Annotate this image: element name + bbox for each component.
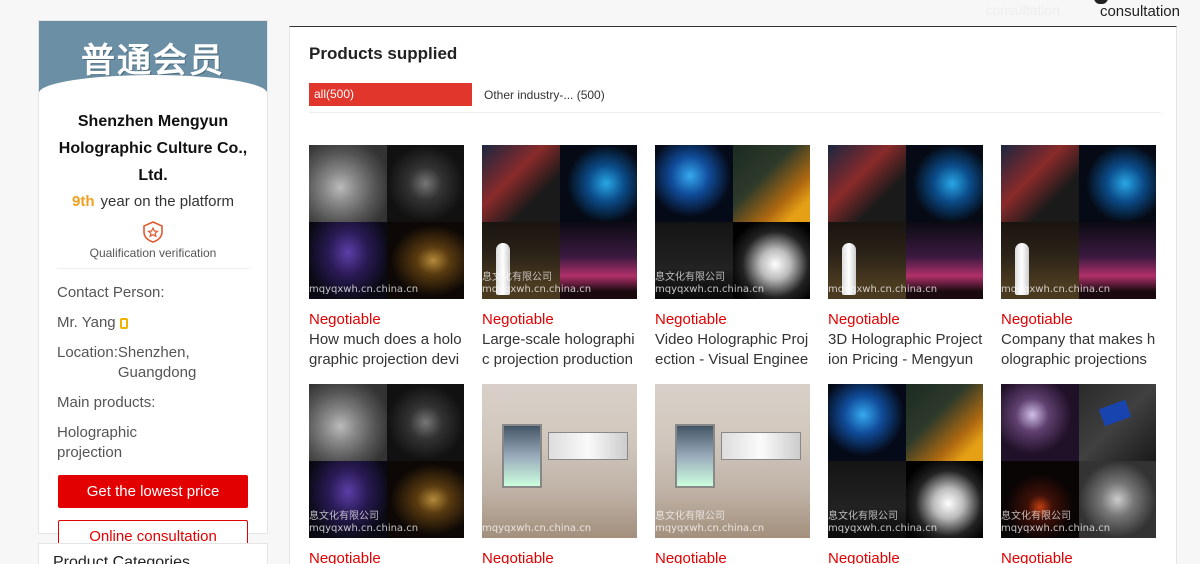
product-price: Negotiable [482, 311, 554, 328]
product-image[interactable]: 息文化有限公司 mqyqxwh.cn.china.cn [482, 145, 637, 299]
product-title[interactable]: 3D Holographic Projection Pricing - Meng… [828, 330, 983, 370]
image-watermark-cn: 息文化有限公司 [1001, 511, 1071, 522]
product-image[interactable]: mqyqxwh.cn.china.cn [1001, 145, 1156, 299]
contact-person-name: Mr. Yang [57, 314, 116, 331]
product-price: Negotiable [309, 550, 381, 564]
contact-person-label: Contact Person: [57, 284, 165, 301]
product-image[interactable]: 息文化有限公司 mqyqxwh.cn.china.cn [828, 384, 983, 538]
company-card: 普通会员 Shenzhen Mengyun Holographic Cultur… [38, 20, 268, 553]
product-image[interactable]: mqyqxwh.cn.china.cn [828, 145, 983, 299]
membership-banner: 普通会员 [39, 21, 267, 93]
product-price: Negotiable [1001, 550, 1073, 564]
location-label: Location: [57, 344, 118, 361]
main-products-value: Holographic projection [57, 424, 138, 461]
image-watermark: mqyqxwh.cn.china.cn [655, 523, 765, 534]
image-watermark-cn: 息文化有限公司 [655, 511, 725, 522]
image-watermark-cn: 息文化有限公司 [309, 511, 379, 522]
company-info: Contact Person: Mr. Yang Location: Shenzh… [57, 283, 249, 463]
product-price: Negotiable [1001, 311, 1073, 328]
qualification-badge-icon [143, 221, 163, 243]
image-watermark: mqyqxwh.cn.china.cn [482, 523, 592, 534]
products-supplied-title: Products supplied [309, 44, 458, 63]
platform-years-text: year on the platform [100, 193, 234, 210]
image-watermark: mqyqxwh.cn.china.cn [309, 523, 419, 534]
tabs-divider [309, 112, 1161, 113]
product-categories-card: Product Categories [38, 543, 268, 564]
product-price: Negotiable [828, 550, 900, 564]
product-categories-title[interactable]: Product Categories [53, 554, 190, 564]
image-watermark: mqyqxwh.cn.china.cn [655, 284, 765, 295]
header-consultation-label[interactable]: consultation [1100, 3, 1180, 20]
product-card[interactable]: 息文化有限公司 mqyqxwh.cn.china.cn Negotiable L… [482, 145, 637, 370]
product-card[interactable]: 息文化有限公司 mqyqxwh.cn.china.cn Negotiable [655, 384, 810, 564]
image-watermark: mqyqxwh.cn.china.cn [309, 284, 419, 295]
product-card[interactable]: 息文化有限公司 mqyqxwh.cn.china.cn Negotiable V… [655, 145, 810, 370]
image-watermark: mqyqxwh.cn.china.cn [1001, 284, 1111, 295]
image-watermark: mqyqxwh.cn.china.cn [828, 523, 938, 534]
location-value: Shenzhen, Guangdong [117, 344, 197, 381]
phone-icon[interactable] [119, 317, 128, 329]
product-tabs: all(500) Other industry-... (500) [309, 83, 605, 106]
product-card[interactable]: mqyqxwh.cn.china.cn Negotiable How much … [309, 145, 464, 370]
product-card[interactable]: mqyqxwh.cn.china.cn Negotiable Company t… [1001, 145, 1156, 370]
product-title[interactable]: Large-scale holographic projection produ… [482, 330, 637, 370]
product-card[interactable]: 息文化有限公司 mqyqxwh.cn.china.cn Negotiable [309, 384, 464, 564]
product-image[interactable]: mqyqxwh.cn.china.cn [309, 145, 464, 299]
image-watermark-cn: 息文化有限公司 [828, 511, 898, 522]
main-products-label: Main products: [57, 394, 156, 411]
image-watermark: mqyqxwh.cn.china.cn [828, 284, 938, 295]
product-price: Negotiable [309, 311, 381, 328]
product-title[interactable]: How much does a holographic projection d… [309, 330, 464, 370]
product-card[interactable]: mqyqxwh.cn.china.cn Negotiable [482, 384, 637, 564]
header-ghost-text: consultation [985, 2, 1060, 18]
image-watermark-cn: 息文化有限公司 [482, 272, 552, 283]
product-image[interactable]: 息文化有限公司 mqyqxwh.cn.china.cn [309, 384, 464, 538]
product-price: Negotiable [655, 550, 727, 564]
company-name[interactable]: Shenzhen Mengyun Holographic Culture Co.… [49, 108, 257, 189]
get-lowest-price-button[interactable]: Get the lowest price [58, 475, 248, 508]
product-price: Negotiable [655, 311, 727, 328]
product-card[interactable]: 息文化有限公司 mqyqxwh.cn.china.cn Negotiable [1001, 384, 1156, 564]
platform-years: 9th year on the platform [39, 193, 267, 210]
product-image[interactable]: mqyqxwh.cn.china.cn [482, 384, 637, 538]
tab-all[interactable]: all(500) [309, 83, 472, 106]
product-card[interactable]: mqyqxwh.cn.china.cn Negotiable 3D Hologr… [828, 145, 983, 370]
product-price: Negotiable [482, 550, 554, 564]
product-image[interactable]: 息文化有限公司 mqyqxwh.cn.china.cn [655, 384, 810, 538]
product-title[interactable]: Company that makes holographic projectio… [1001, 330, 1156, 370]
tab-other-industry[interactable]: Other industry-... (500) [484, 88, 605, 102]
qualification-verification[interactable]: Qualification verification [39, 246, 267, 260]
image-watermark: mqyqxwh.cn.china.cn [1001, 523, 1111, 534]
product-image[interactable]: 息文化有限公司 mqyqxwh.cn.china.cn [655, 145, 810, 299]
image-watermark-cn: 息文化有限公司 [655, 272, 725, 283]
platform-years-number: 9th [72, 193, 95, 210]
product-card[interactable]: 息文化有限公司 mqyqxwh.cn.china.cn Negotiable [828, 384, 983, 564]
divider [57, 268, 249, 269]
location: Location: Shenzhen, Guangdong [57, 343, 249, 383]
product-image[interactable]: 息文化有限公司 mqyqxwh.cn.china.cn [1001, 384, 1156, 538]
product-price: Negotiable [828, 311, 900, 328]
products-panel: Products supplied all(500) Other industr… [289, 26, 1177, 564]
product-title[interactable]: Video Holographic Projection - Visual En… [655, 330, 810, 370]
contact-person: Mr. Yang [57, 313, 249, 333]
image-watermark: mqyqxwh.cn.china.cn [482, 284, 592, 295]
